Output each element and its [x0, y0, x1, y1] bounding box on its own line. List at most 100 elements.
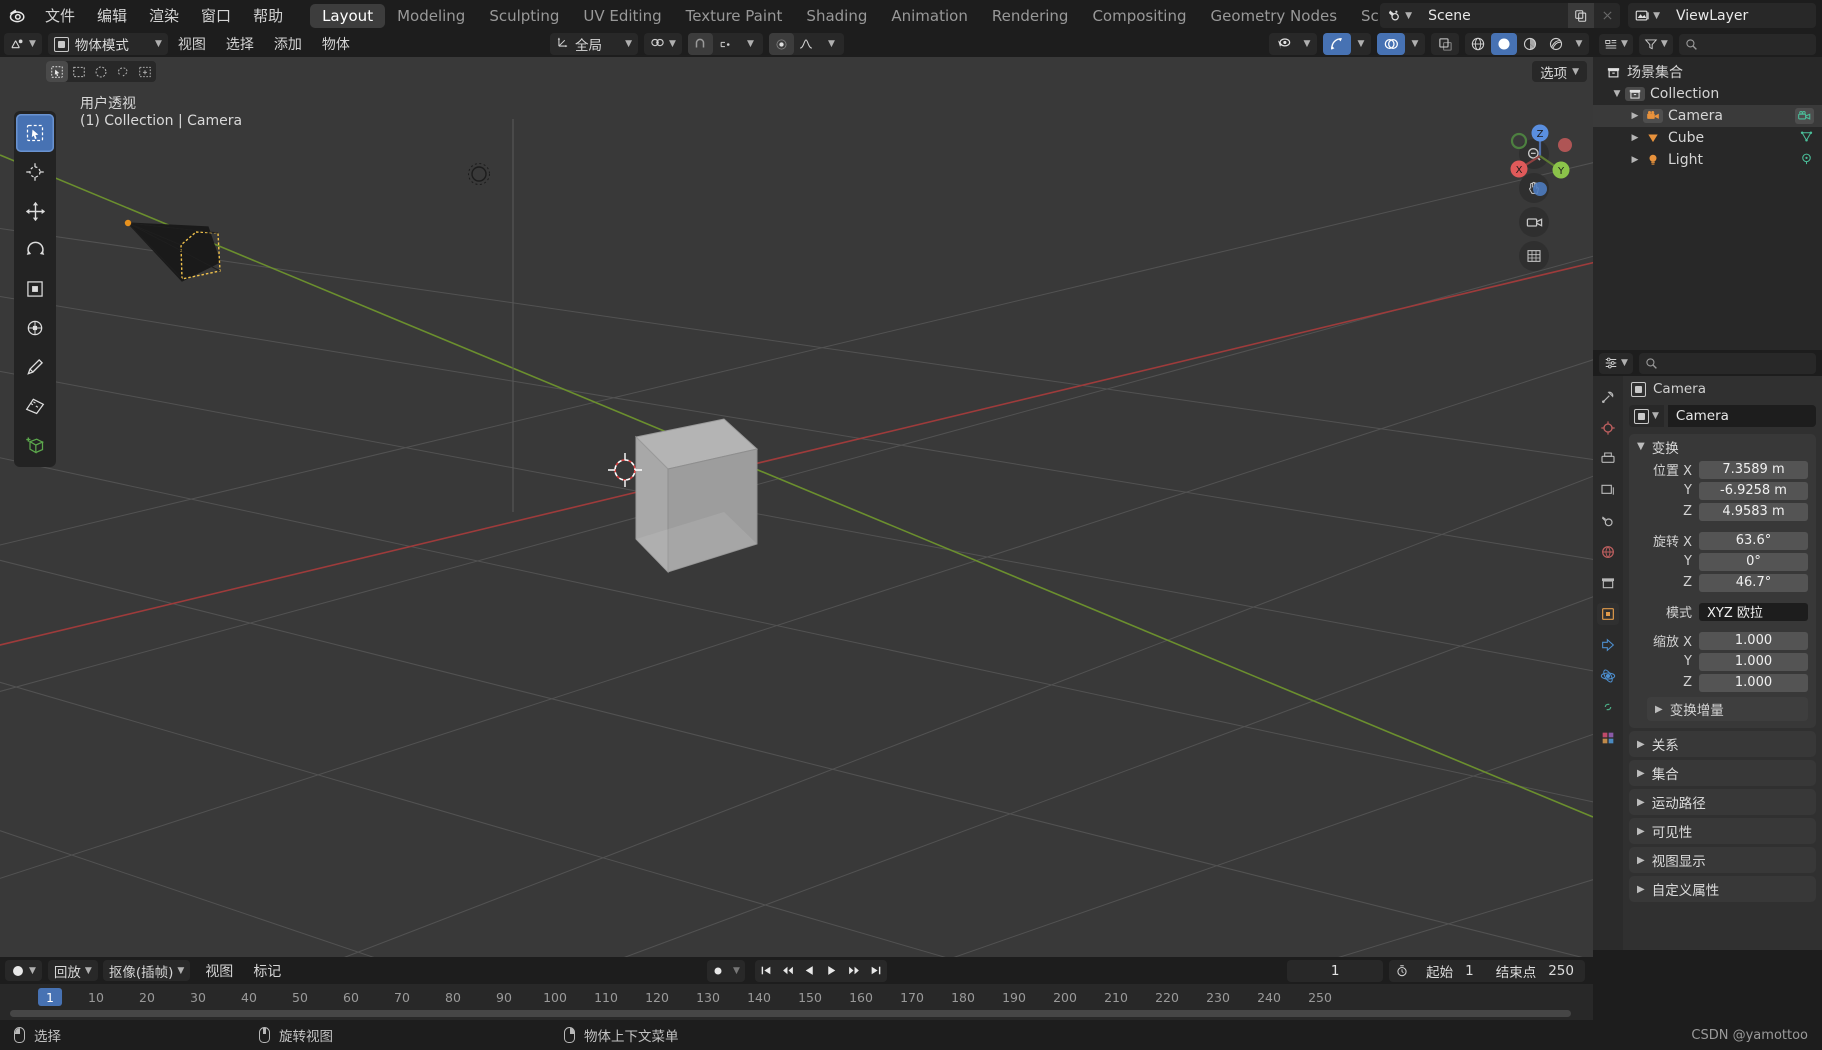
- menu-edit[interactable]: 编辑: [86, 3, 138, 29]
- wireframe-icon[interactable]: [1465, 33, 1491, 55]
- render-tab-icon[interactable]: [1597, 417, 1619, 439]
- gizmo-group[interactable]: ▼: [1323, 33, 1371, 55]
- viewport-menu-select[interactable]: 选择: [216, 33, 264, 55]
- motion-paths-panel[interactable]: ▶ 运动路径: [1629, 789, 1816, 815]
- menu-render[interactable]: 渲染: [138, 3, 190, 29]
- custom-properties-panel[interactable]: ▶ 自定义属性: [1629, 876, 1816, 902]
- next-keyframe-icon[interactable]: [843, 960, 865, 982]
- data-tab-icon[interactable]: [1597, 727, 1619, 749]
- viewport-options-button[interactable]: 选项 ▼: [1532, 61, 1587, 82]
- visibility-panel[interactable]: ▶ 可见性: [1629, 818, 1816, 844]
- current-frame-field[interactable]: 1: [1287, 959, 1384, 982]
- playback-popover-button[interactable]: 回放 ▼: [47, 960, 98, 981]
- workspace-tab-geometry-nodes[interactable]: Geometry Nodes: [1198, 4, 1349, 28]
- rendered-icon[interactable]: [1543, 33, 1569, 55]
- viewlayer-tab-icon[interactable]: [1597, 479, 1619, 501]
- overlays-chevron-down-icon[interactable]: ▼: [1405, 33, 1425, 55]
- timeline-ruler[interactable]: 10 20 30 40 50 60 70 80 90 100 110 120 1…: [0, 984, 1593, 1020]
- prev-keyframe-icon[interactable]: [777, 960, 799, 982]
- box-select-icon[interactable]: [68, 61, 90, 82]
- object-visibility-icon[interactable]: [1269, 33, 1297, 55]
- pivot-point-selector[interactable]: ▼: [644, 33, 682, 55]
- proportional-edit-group[interactable]: ▼: [768, 33, 844, 55]
- constraint-tab-icon[interactable]: [1597, 696, 1619, 718]
- shading-mode-group[interactable]: ▼: [1465, 33, 1589, 55]
- 3d-viewport[interactable]: 用户透视 (1) Collection | Camera Z X Y: [0, 57, 1593, 957]
- viewlayer-icon[interactable]: ▼: [1628, 3, 1666, 28]
- scene-selector[interactable]: ▼ Scene: [1380, 3, 1621, 28]
- row-value[interactable]: 4.9583 m: [1699, 502, 1808, 521]
- jump-start-icon[interactable]: [755, 960, 777, 982]
- scene-icon[interactable]: ▼: [1380, 3, 1419, 28]
- transform-panel-header[interactable]: ▼ 变换: [1629, 434, 1816, 459]
- end-frame-field[interactable]: 结束点 250: [1485, 960, 1585, 982]
- mesh-data-icon[interactable]: [1799, 129, 1814, 148]
- preview-range-icon[interactable]: [1389, 960, 1415, 982]
- select-mode-extra-icon[interactable]: [134, 61, 156, 82]
- timeline-scrollbar[interactable]: [10, 1010, 1571, 1017]
- snap-magnet-icon[interactable]: [687, 33, 713, 55]
- move-tool-icon[interactable]: [16, 192, 54, 230]
- scale-tool-icon[interactable]: [16, 270, 54, 308]
- viewport-menu-view[interactable]: 视图: [168, 33, 216, 55]
- disclosure-triangle-icon[interactable]: ▶: [1627, 155, 1643, 165]
- workspace-tab-modeling[interactable]: Modeling: [385, 4, 477, 28]
- outliner-row-light[interactable]: ▶ Light: [1593, 149, 1822, 171]
- timeline-menu-marker[interactable]: 标记: [243, 960, 291, 981]
- object-visibility-group[interactable]: ▼: [1269, 33, 1317, 55]
- modifier-tab-icon[interactable]: [1597, 634, 1619, 656]
- physics-tab-icon[interactable]: [1597, 665, 1619, 687]
- object-tab-icon[interactable]: [1597, 603, 1619, 625]
- collection-tab-icon[interactable]: [1597, 572, 1619, 594]
- viewport-menu-object[interactable]: 物体: [312, 33, 360, 55]
- snap-group[interactable]: ▼: [687, 33, 763, 55]
- viewlayer-selector[interactable]: ▼ ViewLayer: [1628, 3, 1816, 28]
- xray-icon[interactable]: [1431, 33, 1459, 55]
- jump-end-icon[interactable]: [865, 960, 887, 982]
- snap-chevron-down-icon[interactable]: ▼: [738, 33, 763, 55]
- auto-keying-chevron-down-icon[interactable]: ▼: [729, 960, 745, 982]
- rotate-tool-icon[interactable]: [16, 231, 54, 269]
- outliner-row-collection[interactable]: ▼ Collection: [1593, 83, 1822, 105]
- workspace-tab-shading[interactable]: Shading: [794, 4, 879, 28]
- ortho-persp-toggle-icon[interactable]: [1519, 241, 1549, 271]
- outliner-display-mode-icon[interactable]: ▼: [1599, 33, 1633, 55]
- overlays-group[interactable]: ▼: [1377, 33, 1425, 55]
- lasso-select-icon[interactable]: [112, 61, 134, 82]
- tool-tab-icon[interactable]: [1597, 386, 1619, 408]
- viewlayer-name[interactable]: ViewLayer: [1666, 3, 1816, 28]
- gizmo-icon[interactable]: [1323, 33, 1351, 55]
- object-name-field[interactable]: Camera: [1667, 405, 1816, 427]
- start-frame-field[interactable]: 起始 1: [1415, 960, 1485, 982]
- transform-orientation-selector[interactable]: 全局 ▼: [550, 33, 638, 55]
- collections-panel[interactable]: ▶ 集合: [1629, 760, 1816, 786]
- row-value[interactable]: 1.000: [1699, 652, 1808, 671]
- light-data-icon[interactable]: [1799, 151, 1814, 170]
- add-cube-tool-icon[interactable]: [16, 426, 54, 464]
- row-value[interactable]: 63.6°: [1699, 531, 1808, 550]
- menu-file[interactable]: 文件: [34, 3, 86, 29]
- menu-help[interactable]: 帮助: [242, 3, 294, 29]
- navigation-gizmo[interactable]: Z X Y: [1495, 111, 1585, 201]
- falloff-chevron-down-icon[interactable]: ▼: [819, 33, 844, 55]
- viewport-menu-add[interactable]: 添加: [264, 33, 312, 55]
- scene-name[interactable]: Scene: [1418, 3, 1569, 28]
- proportional-edit-icon[interactable]: [768, 33, 794, 55]
- playhead[interactable]: 1: [38, 988, 62, 1006]
- row-value[interactable]: -6.9258 m: [1699, 481, 1808, 500]
- overlays-icon[interactable]: [1377, 33, 1405, 55]
- snap-options-icon[interactable]: [713, 33, 738, 55]
- auto-keying-group[interactable]: ▼: [706, 959, 745, 982]
- visibility-chevron-down-icon[interactable]: ▼: [1297, 33, 1317, 55]
- properties-search-input[interactable]: [1638, 352, 1816, 374]
- outliner-search-input[interactable]: [1678, 33, 1816, 55]
- row-value[interactable]: 1.000: [1699, 631, 1808, 650]
- timeline-editor-icon[interactable]: ▼: [5, 960, 42, 981]
- object-browse-icon[interactable]: ▼: [1629, 405, 1664, 427]
- workspace-tab-layout[interactable]: Layout: [310, 3, 386, 28]
- disclosure-triangle-icon[interactable]: ▶: [1627, 133, 1643, 143]
- play-icon[interactable]: [821, 960, 843, 982]
- delta-transform-subpanel[interactable]: ▶ 变换增量: [1647, 697, 1808, 721]
- row-value[interactable]: 0°: [1699, 552, 1808, 571]
- play-reverse-icon[interactable]: [799, 960, 821, 982]
